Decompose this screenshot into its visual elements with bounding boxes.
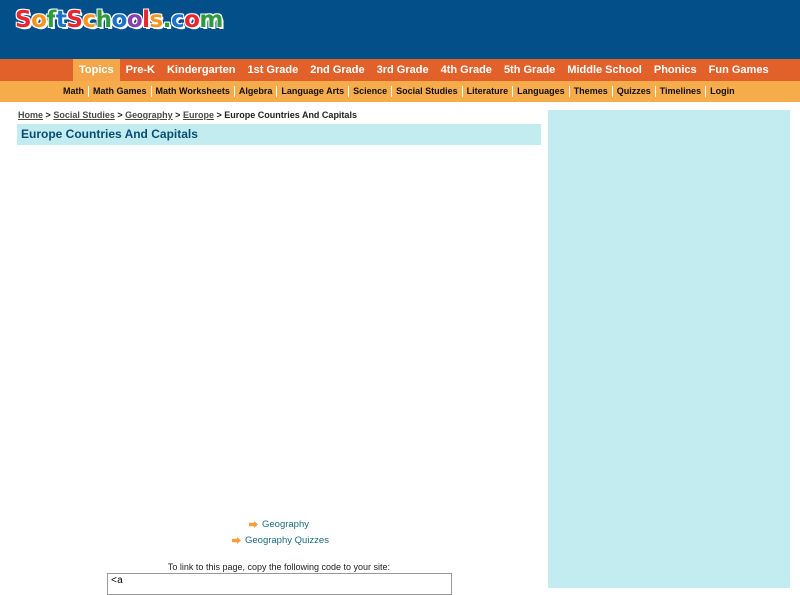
- subjects-nav-bar: Math Math Games Math Worksheets Algebra Lang…: [0, 81, 800, 102]
- topnav-item-kindergarten[interactable]: Kindergarten: [161, 59, 241, 81]
- topics-nav-bar: Topics Pre-K Kindergarten 1st Grade 2nd Grad…: [0, 59, 800, 81]
- geography-quizzes-link[interactable]: Geography Quizzes: [232, 535, 329, 546]
- subnav-item-language-arts[interactable]: Language Arts: [277, 81, 348, 102]
- site-header: SoftSchools.com: [0, 0, 800, 59]
- breadcrumb-separator: >: [216, 110, 222, 120]
- topnav-item-pre-k[interactable]: Pre-K: [120, 59, 161, 81]
- subnav-item-languages[interactable]: Languages: [513, 81, 569, 102]
- geography-quizzes-link-label: Geography Quizzes: [245, 535, 329, 546]
- subnav-item-math-worksheets[interactable]: Math Worksheets: [152, 81, 234, 102]
- breadcrumb-social-studies-link[interactable]: Social Studies: [53, 110, 115, 120]
- topnav-item-5th-grade[interactable]: 5th Grade: [498, 59, 561, 81]
- subnav-item-algebra[interactable]: Algebra: [235, 81, 277, 102]
- geography-link[interactable]: Geography: [249, 519, 309, 530]
- link-to-page-prompt: To link to this page, copy the following…: [167, 562, 391, 572]
- subnav-item-math-games[interactable]: Math Games: [89, 81, 151, 102]
- subnav-item-literature[interactable]: Literature: [463, 81, 513, 102]
- topnav-item-2nd-grade[interactable]: 2nd Grade: [304, 59, 370, 81]
- subnav-item-themes[interactable]: Themes: [570, 81, 612, 102]
- breadcrumb-current: Europe Countries And Capitals: [224, 110, 357, 120]
- breadcrumb-separator: >: [175, 110, 181, 120]
- topnav-item-3rd-grade[interactable]: 3rd Grade: [371, 59, 435, 81]
- topnav-item-fun-games[interactable]: Fun Games: [703, 59, 775, 81]
- arrow-right-icon: [232, 537, 241, 544]
- page-title-bar: Europe Countries And Capitals: [17, 124, 541, 145]
- page-title: Europe Countries And Capitals: [21, 127, 198, 141]
- topnav-item-middle-school[interactable]: Middle School: [561, 59, 648, 81]
- breadcrumb-europe-link[interactable]: Europe: [183, 110, 214, 120]
- softschools-logo[interactable]: SoftSchools.com: [15, 7, 223, 33]
- link-code-textarea[interactable]: <a: [107, 573, 452, 595]
- sidebar-panel: [548, 110, 790, 588]
- topnav-item-1st-grade[interactable]: 1st Grade: [241, 59, 304, 81]
- subnav-item-math[interactable]: Math: [59, 81, 88, 102]
- breadcrumb-separator: >: [117, 110, 123, 120]
- topnav-item-topics[interactable]: Topics: [73, 59, 120, 81]
- subnav-item-login[interactable]: Login: [706, 81, 739, 102]
- breadcrumb-geography-link[interactable]: Geography: [125, 110, 173, 120]
- topnav-item-phonics[interactable]: Phonics: [648, 59, 703, 81]
- arrow-right-icon: [249, 521, 258, 528]
- breadcrumb: Home > Social Studies > Geography > Euro…: [18, 110, 357, 120]
- subnav-item-timelines[interactable]: Timelines: [656, 81, 705, 102]
- subnav-item-social-studies[interactable]: Social Studies: [392, 81, 462, 102]
- subnav-item-quizzes[interactable]: Quizzes: [613, 81, 655, 102]
- geography-link-label: Geography: [262, 519, 310, 530]
- topnav-item-4th-grade[interactable]: 4th Grade: [435, 59, 498, 81]
- breadcrumb-separator: >: [45, 110, 51, 120]
- subnav-item-science[interactable]: Science: [349, 81, 391, 102]
- breadcrumb-home-link[interactable]: Home: [18, 110, 43, 120]
